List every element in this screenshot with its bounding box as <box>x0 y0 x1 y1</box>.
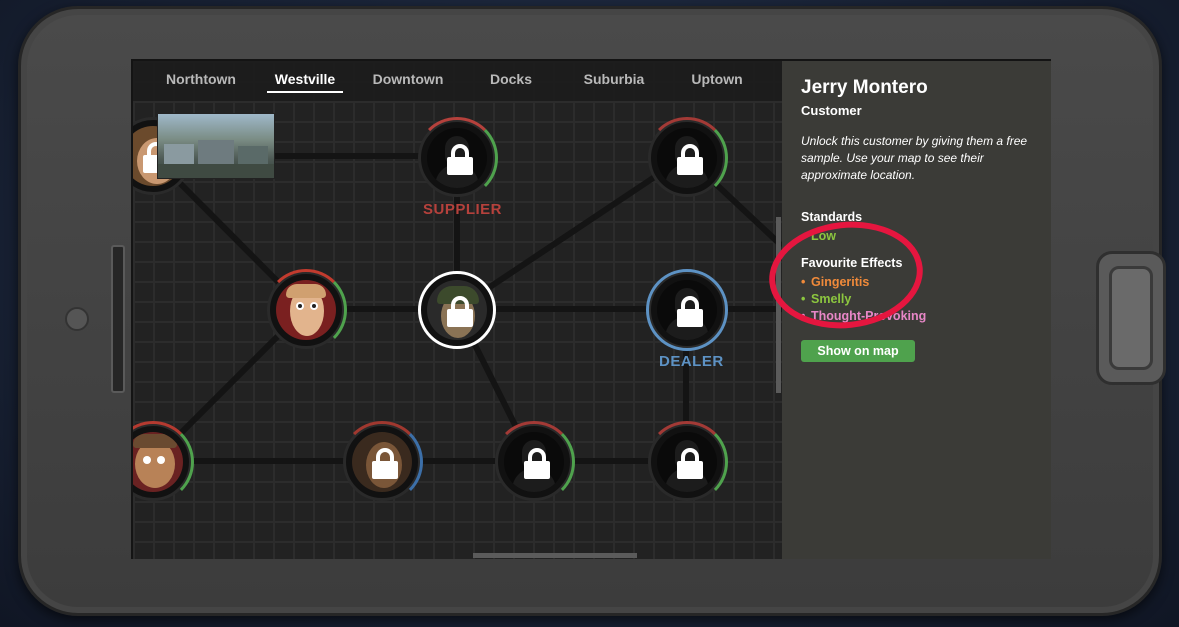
customer-role: Customer <box>801 103 862 118</box>
dealer-node[interactable] <box>646 269 728 351</box>
tab-docks[interactable]: Docks <box>461 71 561 87</box>
tab-suburbia[interactable]: Suburbia <box>564 71 664 87</box>
region-tabs: Northtown Westville Downtown Docks Subur… <box>133 61 782 101</box>
tab-northtown[interactable]: Northtown <box>151 71 251 87</box>
supplier-node[interactable] <box>416 117 498 199</box>
lock-icon <box>677 144 703 175</box>
customer-name: Jerry Montero <box>801 77 928 98</box>
supplier-label: SUPPLIER <box>423 201 503 218</box>
selected-customer-node[interactable] <box>418 271 496 349</box>
customer-node-bottom-2[interactable] <box>493 421 575 503</box>
lock-icon <box>372 448 398 479</box>
horizontal-scrollbar[interactable] <box>473 553 637 558</box>
lock-icon <box>447 296 473 327</box>
customer-node-topright[interactable] <box>646 117 728 199</box>
phone-camera-dot <box>65 307 89 331</box>
customer-node-bottomleft[interactable] <box>133 421 194 503</box>
show-on-map-button[interactable]: Show on map <box>801 340 915 362</box>
lock-icon <box>677 296 703 327</box>
phone-screen: SUPPLIER DEALER Northtown Westville Down… <box>131 59 1051 559</box>
tab-downtown[interactable]: Downtown <box>358 71 458 87</box>
contacts-map[interactable]: SUPPLIER DEALER Northtown Westville Down… <box>133 61 782 559</box>
customer-node-bottom-1[interactable] <box>341 421 423 503</box>
dealer-label: DEALER <box>659 353 724 370</box>
tab-uptown[interactable]: Uptown <box>667 71 767 87</box>
phone-side-slot <box>111 245 125 393</box>
customer-node-bottom-3[interactable] <box>646 421 728 503</box>
phone-home-button[interactable] <box>1096 251 1166 385</box>
unlock-description: Unlock this customer by giving them a fr… <box>801 134 1028 182</box>
lock-icon <box>447 144 473 175</box>
tab-westville[interactable]: Westville <box>255 71 355 87</box>
location-thumbnail <box>157 113 275 179</box>
lock-icon <box>524 448 550 479</box>
customer-node-bald[interactable] <box>265 269 347 351</box>
active-tab-underline <box>267 91 343 93</box>
lock-icon <box>677 448 703 479</box>
